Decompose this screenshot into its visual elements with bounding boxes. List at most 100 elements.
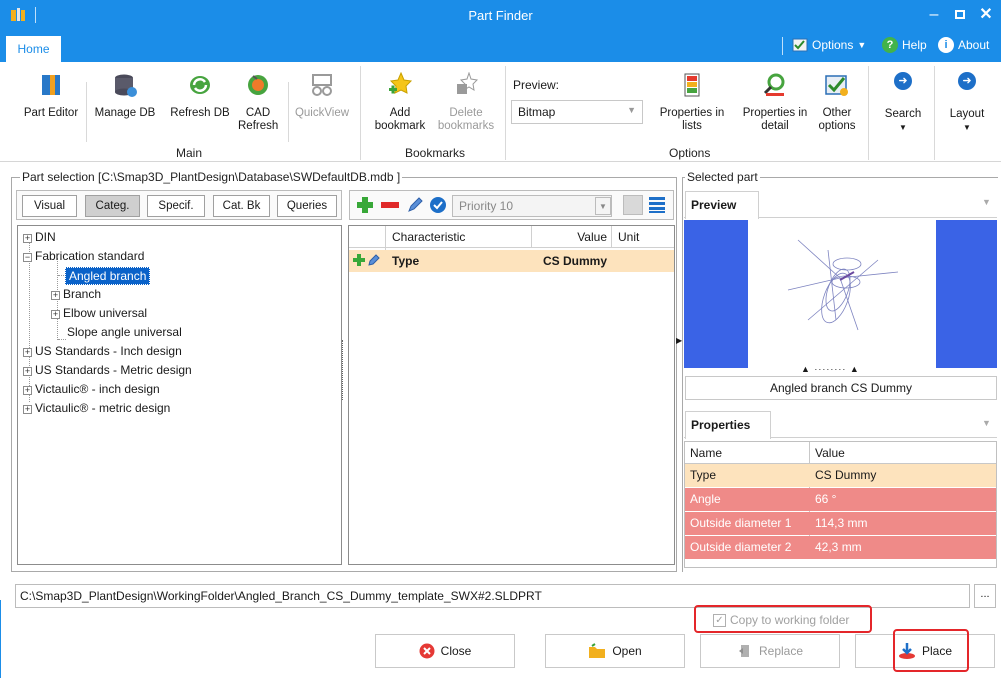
tree-item-angled-branch[interactable]: Angled branch [65, 267, 151, 285]
prop-name: Angle [690, 492, 721, 506]
open-button[interactable]: Open [545, 634, 685, 668]
cad-refresh-label-2: Refresh [238, 120, 279, 132]
tree-item-us-metric[interactable]: + US Standards - Metric design [23, 362, 192, 378]
header-value[interactable]: Value [533, 227, 611, 247]
search-label: Search [884, 108, 922, 120]
preview-splitter[interactable]: ▲ ········ ▲ [801, 365, 871, 374]
help-button[interactable]: ? Help [882, 37, 927, 53]
refresh-db-icon [190, 76, 210, 94]
preview-select[interactable]: Bitmap ▼ [511, 100, 643, 124]
angled-branch-wireframe [787, 239, 899, 331]
tab-cat-bk[interactable]: Cat. Bk [213, 195, 270, 217]
selected-part-legend: Selected part [685, 170, 760, 184]
grid-view-icon[interactable] [623, 195, 643, 215]
prop-name: Outside diameter 1 [690, 516, 792, 530]
title-bar: Part Finder – ✕ [0, 0, 1001, 30]
other-options-label-1: Other [822, 107, 852, 119]
tab-home[interactable]: Home [6, 36, 61, 62]
preview-dropdown-icon[interactable]: ▼ [982, 197, 991, 207]
delete-bookmarks-label-1: Delete [449, 107, 483, 119]
search-arrow-icon: ➜ [894, 72, 912, 90]
maximize-icon[interactable] [949, 4, 971, 26]
prop-header-value[interactable]: Value [810, 443, 996, 463]
header-unit[interactable]: Unit [613, 227, 673, 247]
header-characteristic[interactable]: Characteristic [387, 227, 527, 247]
tree-item-slope-angle-universal[interactable]: Slope angle universal [67, 324, 182, 340]
open-folder-icon [589, 643, 606, 658]
tab-queries[interactable]: Queries [277, 195, 337, 217]
close-window-icon[interactable]: ✕ [975, 4, 997, 26]
row-edit-icon[interactable] [367, 253, 381, 270]
tree-item-elbow-universal[interactable]: + Elbow universal [51, 305, 147, 321]
row-add-icon[interactable] [352, 253, 366, 270]
options-label: Options [812, 38, 854, 52]
quickview-label: QuickView [294, 107, 350, 119]
list-view-icon[interactable] [647, 195, 667, 215]
info-icon: i [938, 37, 954, 53]
add-bookmark-label-1: Add [389, 107, 411, 119]
part-editor-label: Part Editor [23, 107, 79, 119]
tab-visual[interactable]: Visual [22, 195, 77, 217]
tree-item-branch[interactable]: + Branch [51, 286, 101, 302]
window-left-border [0, 600, 1, 678]
priority-dropdown-icon: ▼ [595, 197, 611, 215]
replace-button[interactable]: Replace [700, 634, 840, 668]
tab-properties[interactable]: Properties [685, 411, 771, 439]
about-button[interactable]: i About [938, 37, 989, 53]
characteristic-grid: Characteristic Value Unit Type CS Dummy [348, 225, 675, 565]
layout-button[interactable]: ➜ Layout ▼ [940, 72, 994, 134]
priority-value: Priority 10 [459, 199, 514, 213]
refresh-db-button[interactable]: Refresh DB [166, 72, 234, 120]
prop-header-name[interactable]: Name [685, 443, 809, 463]
properties-detail-label-2: detail [761, 120, 789, 132]
splitter-handle[interactable] [342, 340, 345, 400]
group-bookmarks-label: Bookmarks [405, 146, 466, 160]
cad-refresh-button[interactable]: CAD Refresh [238, 72, 278, 133]
search-button[interactable]: ➜ Search ▼ [876, 72, 930, 134]
delete-bookmarks-label-2: bookmarks [437, 120, 495, 132]
browse-button[interactable]: ... [974, 584, 996, 608]
properties-lists-label-2: lists [682, 120, 702, 132]
minimize-icon[interactable]: – [923, 4, 945, 26]
tree-item-victaulic-metric[interactable]: + Victaulic® - metric design [23, 400, 170, 416]
prop-value: 42,3 mm [815, 540, 862, 554]
properties-in-detail-button[interactable]: Properties in detail [736, 72, 814, 133]
priority-select[interactable]: Priority 10 ▼ [452, 195, 612, 217]
other-options-label-2: options [818, 120, 856, 132]
remove-characteristic-icon[interactable] [380, 196, 400, 214]
close-circle-icon [419, 643, 435, 659]
quickview-button[interactable]: QuickView [292, 72, 352, 120]
tab-specif[interactable]: Specif. [147, 195, 205, 217]
chevron-down-icon: ▼ [627, 105, 636, 115]
properties-dropdown-icon[interactable]: ▼ [982, 418, 991, 428]
properties-in-lists-button[interactable]: Properties in lists [652, 72, 732, 133]
tab-categ[interactable]: Categ. [85, 195, 140, 217]
add-bookmark-icon [389, 71, 413, 94]
prop-name: Outside diameter 2 [690, 540, 792, 554]
cad-refresh-icon [248, 75, 268, 95]
preview-label: Preview: [513, 78, 560, 92]
check-icon[interactable] [429, 196, 447, 214]
help-label: Help [902, 38, 927, 52]
tree-item-victaulic-inch[interactable]: + Victaulic® - inch design [23, 381, 160, 397]
tree-item-us-inch[interactable]: + US Standards - Inch design [23, 343, 182, 359]
options-menu[interactable]: Options ▼ [792, 37, 866, 53]
replace-button-label: Replace [758, 644, 804, 658]
part-editor-button[interactable]: Part Editor [20, 72, 82, 120]
edit-pencil-icon[interactable] [406, 196, 424, 214]
annotation-highlight-copy [694, 605, 872, 633]
delete-bookmarks-button[interactable]: Delete bookmarks [432, 71, 500, 133]
other-options-button[interactable]: Other options [812, 72, 862, 133]
properties-lists-icon [684, 73, 700, 97]
add-bookmark-button[interactable]: Add bookmark [370, 71, 430, 133]
category-tree[interactable]: + DIN − Fabrication standard Angled branch… [17, 225, 342, 565]
add-characteristic-icon[interactable] [356, 196, 374, 214]
tree-item-fabrication-standard[interactable]: − Fabrication standard [23, 248, 144, 264]
tab-preview[interactable]: Preview [685, 191, 759, 219]
ribbon: Part Editor Manage DB Refresh DB CAD Ref… [0, 62, 1001, 162]
close-button[interactable]: Close [375, 634, 515, 668]
ribbon-tab-row: Home Options ▼ ? Help i About [0, 30, 1001, 62]
manage-db-button[interactable]: Manage DB [90, 72, 160, 120]
properties-lists-label-1: Properties in [659, 107, 725, 119]
tree-item-din[interactable]: + DIN [23, 229, 56, 245]
